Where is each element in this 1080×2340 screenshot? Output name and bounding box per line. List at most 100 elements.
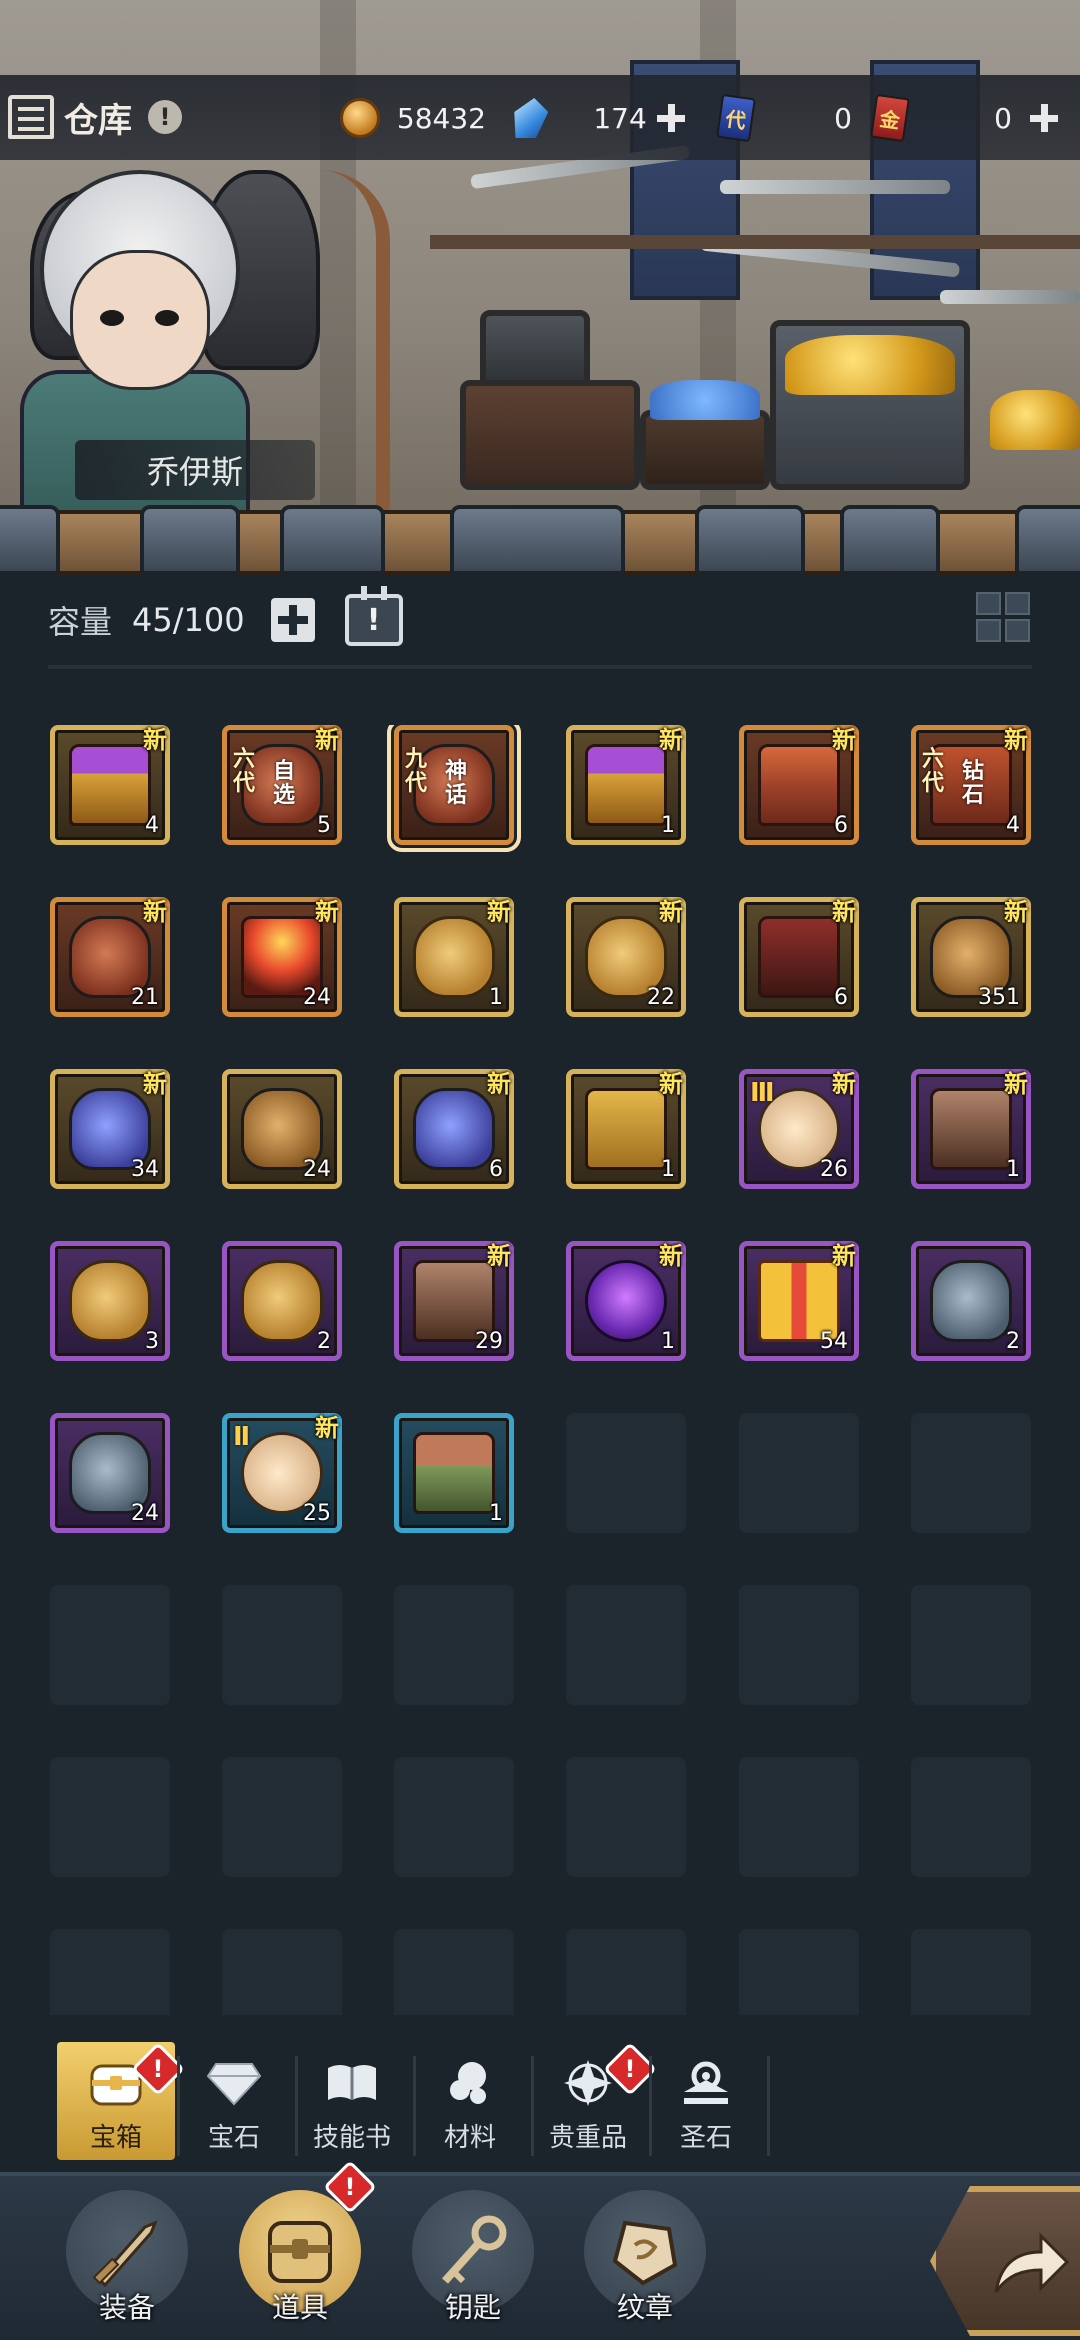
inventory-item-red-chest[interactable]: 新6 (739, 725, 859, 845)
empty-slot (50, 1929, 170, 2015)
capacity-label: 容量 (48, 603, 113, 641)
inventory-item-paw-chest[interactable]: 新 29 (394, 1241, 514, 1361)
item-quantity: 1 (661, 813, 675, 838)
add-red-ticket-button[interactable] (1026, 100, 1062, 136)
empty-slot (566, 1929, 686, 2015)
inventory-item-gem-chest[interactable]: 六代 钻石新 4 (911, 725, 1031, 845)
green-chest-icon (413, 1432, 495, 1514)
empty-slot (566, 1757, 686, 1877)
item-quantity: 351 (978, 985, 1020, 1010)
item-quantity: 3 (145, 1329, 159, 1354)
inventory-item-steel-vase[interactable]: 2 (911, 1241, 1031, 1361)
inventory-item-paw-chest[interactable]: 新1 (911, 1069, 1031, 1189)
gold-coin-icon (338, 96, 382, 140)
category-tab-diamond[interactable]: 宝石 (175, 2042, 293, 2160)
crystal-value: 174 (593, 101, 647, 135)
inventory-item-egg-iii[interactable]: Ⅲ 新 26 (739, 1069, 859, 1189)
item-quantity: 1 (661, 1157, 675, 1182)
calendar-alert-mark: ! (366, 602, 381, 638)
inventory-item-blue-vase[interactable]: 新6 (394, 1069, 514, 1189)
red-crown-chest-icon (758, 916, 840, 998)
inventory-item-gold-bag[interactable]: 3 (50, 1241, 170, 1361)
item-type-label: 自选 (273, 759, 296, 808)
inventory-item-bronze-vase[interactable]: 新 351 (911, 897, 1031, 1017)
add-crystal-button[interactable] (653, 100, 688, 136)
empty-slot (566, 1585, 686, 1705)
item-type-label: 神话 (445, 759, 468, 808)
inventory-item-steel-vase[interactable]: 24 (50, 1413, 170, 1533)
new-tag: 新 (487, 1242, 511, 1270)
inventory-item-red-vase[interactable]: 六代 自选新 5 (222, 725, 342, 845)
new-tag: 新 (832, 1242, 856, 1270)
curved-arrow-icon (994, 2232, 1070, 2293)
inventory-item-bronze-vase[interactable]: 24 (222, 1069, 342, 1189)
item-quantity: 4 (145, 813, 159, 838)
item-quantity: 54 (820, 1329, 848, 1354)
grid-view-toggle-icon[interactable] (974, 590, 1032, 644)
nav-key[interactable]: 钥匙 (408, 2190, 538, 2340)
item-quantity: 5 (317, 813, 331, 838)
empty-slot (394, 1929, 514, 2015)
empty-slot (739, 1585, 859, 1705)
hero-name-plate: 乔伊斯 (75, 440, 315, 500)
inventory-item-green-chest[interactable]: 1 (394, 1413, 514, 1533)
expand-capacity-button[interactable] (270, 598, 315, 642)
inventory-item-purple-orb[interactable]: 新1 (566, 1241, 686, 1361)
gold-resource: 58432 (338, 93, 488, 143)
item-quantity: 29 (475, 1329, 503, 1354)
inventory-item-gift-box[interactable]: 新 54 (739, 1241, 859, 1361)
empty-slot (911, 1757, 1031, 1877)
new-tag: 新 (832, 1070, 856, 1098)
item-quantity: 6 (834, 813, 848, 838)
inventory-item-fire-chest[interactable]: 新 24 (222, 897, 342, 1017)
empty-slot (911, 1929, 1031, 2015)
inventory-item-red-vase[interactable]: 新 21 (50, 897, 170, 1017)
tier-label: Ⅱ (233, 1422, 251, 1452)
info-button[interactable]: ! (148, 100, 182, 134)
item-quantity: 1 (489, 985, 503, 1010)
inventory-item-gold-bag[interactable]: 新1 (394, 897, 514, 1017)
category-tab-ore[interactable]: 材料 (411, 2042, 529, 2160)
inventory-item-gold-chest-closed[interactable]: 新1 (566, 1069, 686, 1189)
gold-bag-icon (413, 916, 495, 998)
nav-emblem[interactable]: 纹章 (580, 2190, 710, 2340)
inventory-item-gold-bag[interactable]: 2 (222, 1241, 342, 1361)
generation-label: 六代 (233, 747, 256, 796)
inventory-item-egg-ii[interactable]: Ⅱ 新 25 (222, 1413, 342, 1533)
gold-value: 58432 (396, 101, 486, 135)
category-tab-label: 宝箱 (89, 2123, 142, 2153)
inventory-item-gold-chest[interactable]: 新4 (50, 725, 170, 845)
nav-label: 纹章 (616, 2291, 673, 2324)
gold-chest-icon (69, 744, 151, 826)
category-tab-label: 宝石 (207, 2123, 260, 2153)
book-icon (323, 2057, 381, 2109)
empty-slot (394, 1757, 514, 1877)
inventory-item-red-crown-chest[interactable]: 新6 (739, 897, 859, 1017)
item-quantity: 34 (131, 1157, 159, 1182)
item-quantity: 1 (489, 1501, 503, 1526)
new-tag: 新 (487, 1070, 511, 1098)
empty-slot (739, 1929, 859, 2015)
inventory-item-gold-bag[interactable]: 新 22 (566, 897, 686, 1017)
nav-chest[interactable]: 道具 (235, 2190, 365, 2340)
warehouse-screen: 乔伊斯 仓库 ! 58432 174 代 0 金 0 容量 45/100 ! 新… (0, 0, 1080, 2340)
top-resource-bar: 仓库 ! 58432 174 代 0 金 0 (0, 75, 1080, 160)
tier-label: Ⅲ (750, 1078, 775, 1108)
inventory-item-blue-vase[interactable]: 新 34 (50, 1069, 170, 1189)
category-tab-holy-stone[interactable]: 圣石 (647, 2042, 765, 2160)
item-quantity: 6 (489, 1157, 503, 1182)
nav-sword[interactable]: 装备 (62, 2190, 192, 2340)
crystal-resource: 174 (508, 93, 688, 143)
red-ticket-label: 金 (870, 93, 910, 143)
new-tag: 新 (143, 898, 167, 926)
category-tab-book[interactable]: 技能书 (293, 2042, 411, 2160)
item-quantity: 26 (820, 1157, 848, 1182)
item-quantity: 4 (1006, 813, 1020, 838)
inventory-item-red-vase[interactable]: 九代 神话 (387, 725, 521, 852)
calendar-alert-button[interactable]: ! (344, 586, 403, 646)
inventory-item-gold-chest[interactable]: 新1 (566, 725, 686, 845)
empty-slot (50, 1585, 170, 1705)
item-quantity: 6 (834, 985, 848, 1010)
new-tag: 新 (143, 726, 167, 754)
empty-slot (739, 1757, 859, 1877)
